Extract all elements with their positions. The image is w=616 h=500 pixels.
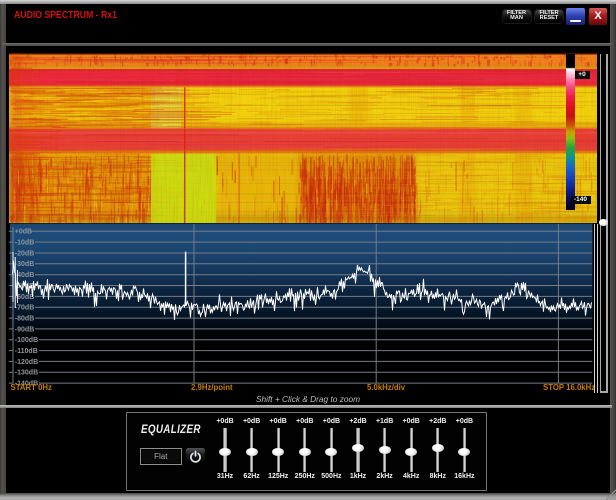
svg-text:-20dB: -20dB xyxy=(15,250,34,257)
svg-text:-80dB: -80dB xyxy=(15,316,34,323)
svg-text:-100dB: -100dB xyxy=(15,337,38,344)
svg-text:-10dB: -10dB xyxy=(15,240,34,247)
svg-text:-90dB: -90dB xyxy=(15,326,34,333)
svg-text:-110dB: -110dB xyxy=(15,348,38,355)
svg-text:-130dB: -130dB xyxy=(15,370,38,377)
svg-text:-120dB: -120dB xyxy=(15,359,38,366)
svg-text:-30dB: -30dB xyxy=(15,261,34,268)
svg-text:-70dB: -70dB xyxy=(15,305,34,312)
svg-text:+0dB: +0dB xyxy=(15,229,32,236)
